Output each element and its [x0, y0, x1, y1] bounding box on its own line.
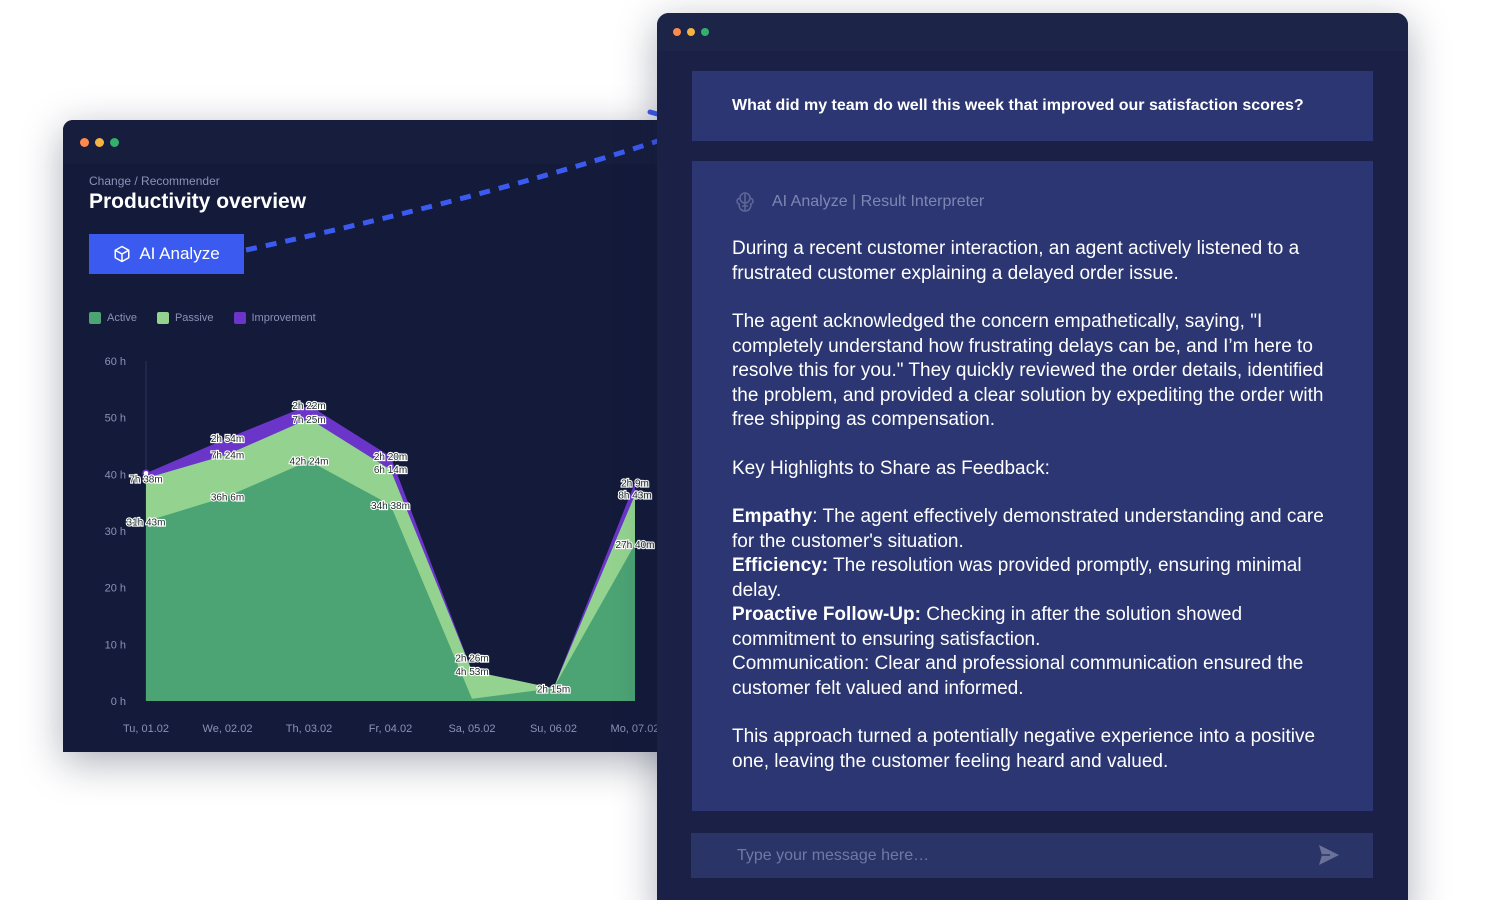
- data-label: 7h 25m: [292, 415, 325, 426]
- assistant-header: AI Analyze | Result Interpreter: [732, 189, 1333, 215]
- data-label: 6h 14m: [374, 465, 407, 476]
- minimize-window-dot[interactable]: [95, 138, 104, 147]
- feedback-highlights: Empathy: The agent effectively demonstra…: [732, 505, 1333, 701]
- highlight-text: : The agent effectively demonstrated und…: [732, 506, 1324, 552]
- data-label: 2h 26m: [455, 653, 488, 664]
- y-tick-label: 0 h: [111, 696, 126, 708]
- x-tick-label: Fr, 04.02: [369, 723, 412, 735]
- data-label: 7h 38m: [129, 474, 162, 485]
- productivity-area-chart: 0 h 10 h 20 h 30 h 40 h 50 h 60 h Tu, 01.02 We, …: [105, 356, 660, 735]
- answer-paragraph-2: The agent acknowledged the concern empat…: [732, 311, 1324, 430]
- answer-paragraph-4: This approach turned a potentially negat…: [732, 726, 1316, 772]
- close-window-dot[interactable]: [80, 138, 89, 147]
- chat-window: What did my team do well this week that …: [657, 13, 1408, 900]
- highlight-proactive: Proactive Follow-Up: Checking in after t…: [732, 603, 1333, 652]
- chat-minimize-dot[interactable]: [687, 28, 695, 36]
- dashboard-body: Change / Recommender Productivity overvi…: [63, 164, 703, 752]
- assistant-label: AI Analyze | Result Interpreter: [772, 193, 985, 210]
- user-question-bubble: What did my team do well this week that …: [692, 71, 1373, 141]
- data-label: 31h 43m: [127, 517, 166, 528]
- highlight-label: Empathy: [732, 506, 813, 527]
- data-label: 2h 9m: [621, 478, 649, 489]
- assistant-answer-text: During a recent customer interaction, an…: [732, 237, 1333, 774]
- data-label: 42h 24m: [290, 457, 329, 468]
- y-tick-label: 30 h: [105, 526, 126, 538]
- y-tick-label: 60 h: [105, 356, 126, 368]
- x-tick-label: Tu, 01.02: [123, 723, 169, 735]
- brain-icon: [736, 192, 754, 212]
- maximize-window-dot[interactable]: [110, 138, 119, 147]
- send-icon: [1319, 845, 1339, 865]
- x-tick-label: Su, 06.02: [530, 723, 577, 735]
- assistant-answer-card: AI Analyze | Result Interpreter During a…: [692, 161, 1373, 811]
- highlight-efficiency: Efficiency: The resolution was provided …: [732, 554, 1333, 603]
- user-question-text: What did my team do well this week that …: [732, 97, 1304, 114]
- message-input[interactable]: [737, 846, 1297, 865]
- data-label: 7h 24m: [211, 451, 244, 462]
- x-tick-label: Th, 03.02: [286, 723, 332, 735]
- y-tick-label: 50 h: [105, 413, 126, 425]
- data-label: 27h 40m: [616, 540, 655, 551]
- highlight-empathy: Empathy: The agent effectively demonstra…: [732, 505, 1333, 554]
- chat-maximize-dot[interactable]: [701, 28, 709, 36]
- message-composer: [691, 833, 1373, 878]
- data-label: 36h 6m: [211, 492, 244, 503]
- chat-body: What did my team do well this week that …: [657, 51, 1408, 900]
- highlight-communication: Communication: Clear and professional co…: [732, 653, 1304, 699]
- data-label: 2h 22m: [292, 401, 325, 412]
- send-button[interactable]: [1317, 843, 1341, 870]
- productivity-window: Change / Recommender Productivity overvi…: [63, 120, 703, 752]
- chat-window-controls: [673, 28, 709, 36]
- answer-paragraph-3: Key Highlights to Share as Feedback:: [732, 457, 1050, 479]
- data-label: 2h 54m: [211, 434, 244, 445]
- x-tick-label: Mo, 07.02: [611, 723, 660, 735]
- window-controls: [80, 138, 119, 147]
- data-label: 2h 15m: [537, 685, 570, 696]
- y-tick-label: 10 h: [105, 639, 126, 651]
- data-label: 4h 53m: [455, 667, 488, 678]
- data-label: 2h 20m: [374, 452, 407, 463]
- data-label: 34h 38m: [371, 501, 410, 512]
- answer-paragraph-1: During a recent customer interaction, an…: [732, 238, 1300, 284]
- chat-close-dot[interactable]: [673, 28, 681, 36]
- data-label: 8h 43m: [618, 491, 651, 502]
- highlight-label: Efficiency:: [732, 555, 829, 576]
- y-tick-label: 20 h: [105, 583, 126, 595]
- window-titlebar: [63, 120, 703, 164]
- x-tick-label: We, 02.02: [203, 723, 253, 735]
- x-tick-label: Sa, 05.02: [448, 723, 495, 735]
- highlight-label: Proactive Follow-Up:: [732, 604, 921, 625]
- y-tick-label: 40 h: [105, 469, 126, 481]
- chat-titlebar: [657, 13, 1408, 51]
